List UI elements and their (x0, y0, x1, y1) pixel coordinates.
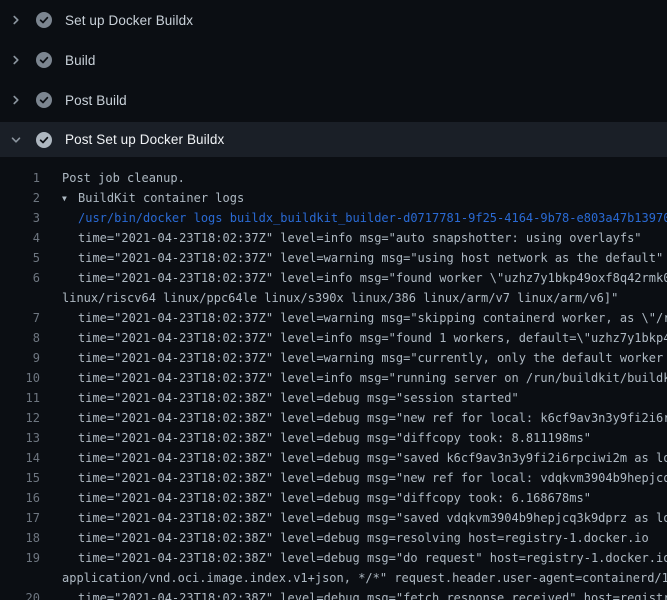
step-row-post-build[interactable]: Post Build (0, 80, 667, 120)
log-line-text: linux/riscv64 linux/ppc64le linux/s390x … (40, 288, 667, 308)
log-line: 5 time="2021-04-23T18:02:37Z" level=warn… (0, 248, 667, 268)
chevron-down-icon[interactable] (8, 132, 24, 148)
check-circle-icon (36, 132, 52, 148)
log-line-text: time="2021-04-23T18:02:37Z" level=info m… (40, 368, 667, 388)
log-line-text: time="2021-04-23T18:02:37Z" level=info m… (40, 268, 667, 288)
log-line: 6 time="2021-04-23T18:02:37Z" level=info… (0, 268, 667, 288)
log-line: 12 time="2021-04-23T18:02:38Z" level=deb… (0, 408, 667, 428)
log-line-text: time="2021-04-23T18:02:38Z" level=debug … (40, 448, 667, 468)
log-line-text: time="2021-04-23T18:02:38Z" level=debug … (40, 388, 667, 408)
log-line: 4 time="2021-04-23T18:02:37Z" level=info… (0, 228, 667, 248)
log-line-number[interactable]: 7 (0, 308, 40, 328)
log-line-number[interactable]: 3 (0, 208, 40, 228)
log-line-text: time="2021-04-23T18:02:38Z" level=debug … (40, 548, 667, 568)
log-line-number[interactable]: 1 (0, 168, 40, 188)
log-line-number[interactable]: 12 (0, 408, 40, 428)
chevron-right-icon[interactable] (8, 92, 24, 108)
step-row-build[interactable]: Build (0, 40, 667, 80)
log-line-number[interactable]: 11 (0, 388, 40, 408)
log-line: 18 time="2021-04-23T18:02:38Z" level=deb… (0, 528, 667, 548)
check-circle-icon (36, 12, 52, 28)
log-line-number[interactable]: 10 (0, 368, 40, 388)
chevron-right-icon[interactable] (8, 52, 24, 68)
log-line-number[interactable]: 9 (0, 348, 40, 368)
steps-list: Set up Docker Buildx Build P (0, 0, 667, 157)
collapse-triangle-icon[interactable]: ▼ (62, 189, 78, 208)
log-line-number[interactable]: 6 (0, 268, 40, 288)
log-line-number[interactable]: 17 (0, 508, 40, 528)
log-line-text: time="2021-04-23T18:02:37Z" level=warnin… (40, 248, 667, 268)
log-line: application/vnd.oci.image.index.v1+json,… (0, 568, 667, 588)
log-line-text: ▼BuildKit container logs (40, 188, 667, 208)
log-line: 8 time="2021-04-23T18:02:37Z" level=info… (0, 328, 667, 348)
log-line: linux/riscv64 linux/ppc64le linux/s390x … (0, 288, 667, 308)
log-line-number[interactable] (0, 568, 40, 588)
log-line-text: time="2021-04-23T18:02:38Z" level=debug … (40, 528, 667, 548)
check-circle-icon (36, 92, 52, 108)
step-label: Set up Docker Buildx (65, 13, 193, 28)
log-line-number[interactable]: 15 (0, 468, 40, 488)
log-line: 11 time="2021-04-23T18:02:38Z" level=deb… (0, 388, 667, 408)
log-line-text: time="2021-04-23T18:02:37Z" level=warnin… (40, 308, 667, 328)
log-line-number[interactable]: 5 (0, 248, 40, 268)
log-line-number[interactable]: 19 (0, 548, 40, 568)
log-line: 19 time="2021-04-23T18:02:38Z" level=deb… (0, 548, 667, 568)
log-area: 1 Post job cleanup. 2 ▼BuildKit containe… (0, 168, 667, 600)
log-line-text: time="2021-04-23T18:02:38Z" level=debug … (40, 428, 667, 448)
log-line-text: time="2021-04-23T18:02:38Z" level=debug … (40, 468, 667, 488)
log-line: 13 time="2021-04-23T18:02:38Z" level=deb… (0, 428, 667, 448)
log-line-number[interactable]: 13 (0, 428, 40, 448)
log-line-number[interactable]: 8 (0, 328, 40, 348)
step-row-set-up-docker-buildx[interactable]: Set up Docker Buildx (0, 0, 667, 40)
log-line: 20 time="2021-04-23T18:02:38Z" level=deb… (0, 588, 667, 600)
check-circle-icon (36, 52, 52, 68)
log-line: 1 Post job cleanup. (0, 168, 667, 188)
log-line-text: time="2021-04-23T18:02:38Z" level=debug … (40, 488, 667, 508)
log-line-number[interactable]: 14 (0, 448, 40, 468)
log-line-number[interactable]: 4 (0, 228, 40, 248)
log-line-text: Post job cleanup. (40, 168, 667, 188)
step-label: Build (65, 53, 96, 68)
log-line: 14 time="2021-04-23T18:02:38Z" level=deb… (0, 448, 667, 468)
log-line: 17 time="2021-04-23T18:02:38Z" level=deb… (0, 508, 667, 528)
log-line-text: time="2021-04-23T18:02:38Z" level=debug … (40, 508, 667, 528)
log-line: 9 time="2021-04-23T18:02:37Z" level=warn… (0, 348, 667, 368)
log-line: 10 time="2021-04-23T18:02:37Z" level=inf… (0, 368, 667, 388)
log-line: 15 time="2021-04-23T18:02:38Z" level=deb… (0, 468, 667, 488)
log-line-text: time="2021-04-23T18:02:37Z" level=warnin… (40, 348, 667, 368)
log-line-number[interactable]: 20 (0, 588, 40, 600)
log-line: 16 time="2021-04-23T18:02:38Z" level=deb… (0, 488, 667, 508)
log-line-number[interactable]: 18 (0, 528, 40, 548)
log-line-text: time="2021-04-23T18:02:38Z" level=debug … (40, 588, 667, 600)
log-line-text: /usr/bin/docker logs buildx_buildkit_bui… (40, 208, 667, 228)
workflow-job-log-viewer: Set up Docker Buildx Build P (0, 0, 667, 600)
log-line-text: time="2021-04-23T18:02:37Z" level=info m… (40, 328, 667, 348)
step-row-post-set-up-docker-buildx[interactable]: Post Set up Docker Buildx (0, 122, 667, 157)
chevron-right-icon[interactable] (8, 12, 24, 28)
log-line-number[interactable] (0, 288, 40, 308)
log-line-text: application/vnd.oci.image.index.v1+json,… (40, 568, 667, 588)
log-line: 3 /usr/bin/docker logs buildx_buildkit_b… (0, 208, 667, 228)
step-label: Post Set up Docker Buildx (65, 132, 224, 147)
log-line-number[interactable]: 2 (0, 188, 40, 208)
log-line-number[interactable]: 16 (0, 488, 40, 508)
step-label: Post Build (65, 93, 127, 108)
log-line: 2 ▼BuildKit container logs (0, 188, 667, 208)
log-line-text: time="2021-04-23T18:02:38Z" level=debug … (40, 408, 667, 428)
log-line-text: time="2021-04-23T18:02:37Z" level=info m… (40, 228, 667, 248)
log-line: 7 time="2021-04-23T18:02:37Z" level=warn… (0, 308, 667, 328)
